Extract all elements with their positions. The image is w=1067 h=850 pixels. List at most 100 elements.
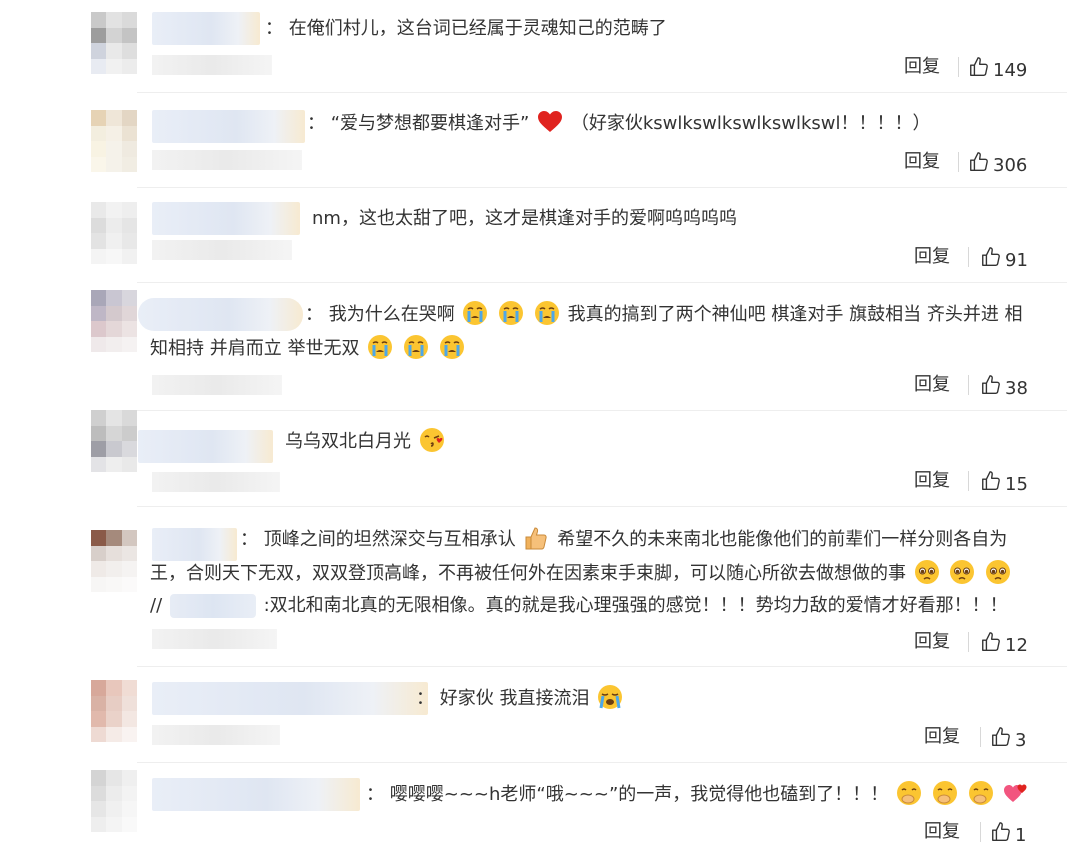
like-count: 1 [1015, 824, 1027, 846]
like-count: 12 [1005, 634, 1028, 656]
username[interactable] [138, 430, 273, 463]
like-count: 38 [1005, 377, 1028, 399]
username[interactable] [152, 682, 428, 715]
hand-over-mouth-emoji [932, 780, 958, 806]
colon: ： [305, 304, 323, 325]
divider [958, 152, 959, 172]
pleading-face-emoji [985, 559, 1011, 585]
comment-text: ： 顶峰之间的坦然深交与互相承认 希望不久的未来南北也能像他们的前辈们一样分则各… [240, 523, 1007, 557]
username-blurred-subtext [152, 375, 282, 395]
divider [137, 410, 1067, 411]
avatar[interactable] [91, 290, 137, 352]
comment-text: ： 嘤嘤嘤~~~h老师“哦~~~”的一声，我觉得他也磕到了！！！ [366, 778, 1031, 812]
crying-face-emoji [498, 300, 524, 326]
reply-button[interactable]: 回复 [924, 725, 960, 749]
comment-body: 好家伙 我直接流泪 [439, 688, 590, 709]
comment-body: 顶峰之间的坦然深交与互相承认 [263, 529, 516, 550]
colon: ： [240, 529, 258, 550]
divider [137, 666, 1067, 667]
thumbs-up-icon [980, 374, 1005, 403]
crying-face-emoji [534, 300, 560, 326]
comment-body-continued: 知相持 并肩而立 举世无双 [150, 338, 360, 359]
username-blurred-subtext [152, 725, 280, 745]
divider [968, 375, 969, 395]
avatar[interactable] [91, 110, 137, 172]
comment-text: ： “爱与梦想都要棋逢对手” （好家伙kswlkswlkswlkswlkswl！… [307, 107, 930, 141]
reply-button[interactable]: 回复 [914, 245, 950, 269]
like-button[interactable]: 15 [980, 470, 1028, 499]
comment-body-continued: 我真的搞到了两个神仙吧 棋逢对手 旗鼓相当 齐头并进 相 [567, 304, 1023, 325]
like-count: 15 [1005, 473, 1028, 495]
reply-button[interactable]: 回复 [924, 820, 960, 844]
comment-text-line: // :双北和南北真的无限相像。真的就是我心理强强的感觉！！！势均力敌的爱情才好… [150, 589, 1008, 623]
username-blurred-subtext [152, 472, 280, 492]
thumbs-up-emoji [523, 525, 549, 551]
username-blurred-subtext [152, 240, 292, 260]
thumbs-up-icon [990, 726, 1015, 755]
divider [980, 822, 981, 842]
avatar[interactable] [91, 530, 137, 592]
reply-button[interactable]: 回复 [904, 150, 940, 174]
colon: ： [307, 113, 325, 134]
thumbs-up-icon [980, 246, 1005, 275]
comment-body-continued: :双北和南北真的无限相像。真的就是我心理强强的感觉！！！势均力敌的爱情才好看那！… [263, 595, 1008, 616]
comment-body: “爱与梦想都要棋逢对手” [330, 113, 530, 134]
username[interactable] [152, 202, 300, 235]
crying-face-emoji [439, 334, 465, 360]
like-count: 91 [1005, 249, 1028, 271]
reply-button[interactable]: 回复 [914, 373, 950, 397]
like-button[interactable]: 91 [980, 246, 1028, 275]
comment-text-line: 知相持 并肩而立 举世无双 [150, 332, 467, 366]
avatar[interactable] [91, 770, 137, 832]
face-blowing-kiss-emoji [419, 427, 445, 453]
comment-text-line: 王，合则天下无双，双双登顶高峰，不再被任何外在因素束手束脚，可以随心所欲去做想做… [150, 557, 1013, 591]
like-count: 149 [993, 59, 1028, 81]
hand-over-mouth-emoji [968, 780, 994, 806]
comment-text: 乌乌双北白月光 [285, 425, 447, 459]
divider [137, 506, 1067, 507]
comment-text: ： 在俺们村儿，这台词已经属于灵魂知己的范畴了 [265, 12, 667, 46]
thumbs-up-icon [980, 631, 1005, 660]
avatar[interactable] [91, 410, 137, 472]
avatar[interactable] [91, 12, 137, 74]
avatar[interactable] [91, 202, 137, 264]
divider [137, 282, 1067, 283]
thumbs-up-icon [968, 56, 993, 85]
like-count: 3 [1015, 729, 1027, 751]
like-count: 306 [993, 154, 1028, 176]
divider [958, 57, 959, 77]
username[interactable] [152, 110, 305, 143]
reply-button[interactable]: 回复 [914, 630, 950, 654]
comment-body-continued: 希望不久的未来南北也能像他们的前辈们一样分则各自为 [557, 529, 1008, 550]
thumbs-up-icon [968, 151, 993, 180]
comment-body: 乌乌双北白月光 [285, 431, 411, 452]
like-button[interactable]: 1 [990, 821, 1026, 850]
divider [137, 92, 1067, 93]
divider [968, 632, 969, 652]
username[interactable] [152, 12, 260, 45]
pleading-face-emoji [949, 559, 975, 585]
reply-button[interactable]: 回复 [904, 55, 940, 79]
beating-hearts-emoji [1003, 780, 1029, 806]
red-heart-emoji [537, 109, 563, 135]
avatar[interactable] [91, 680, 137, 742]
thumbs-up-icon [990, 821, 1015, 850]
reply-button[interactable]: 回复 [914, 469, 950, 493]
username[interactable] [152, 778, 360, 811]
username-blurred-subtext [152, 150, 302, 170]
colon: ： [265, 18, 283, 39]
username-blurred-subtext [152, 629, 277, 649]
comment-body: 我为什么在哭啊 [328, 304, 455, 325]
comment-text: ： 好家伙 我直接流泪 [416, 682, 625, 716]
like-button[interactable]: 38 [980, 374, 1028, 403]
like-button[interactable]: 12 [980, 631, 1028, 660]
mention-username[interactable] [169, 594, 256, 618]
colon: ： [366, 784, 384, 805]
pleading-face-emoji [914, 559, 940, 585]
like-button[interactable]: 306 [968, 151, 1027, 180]
crying-face-emoji [462, 300, 488, 326]
comment-body-continued: // [150, 595, 163, 616]
comment-body-continued: （好家伙kswlkswlkswlkswlkswl！！！！） [570, 113, 931, 134]
like-button[interactable]: 3 [990, 726, 1026, 755]
like-button[interactable]: 149 [968, 56, 1027, 85]
